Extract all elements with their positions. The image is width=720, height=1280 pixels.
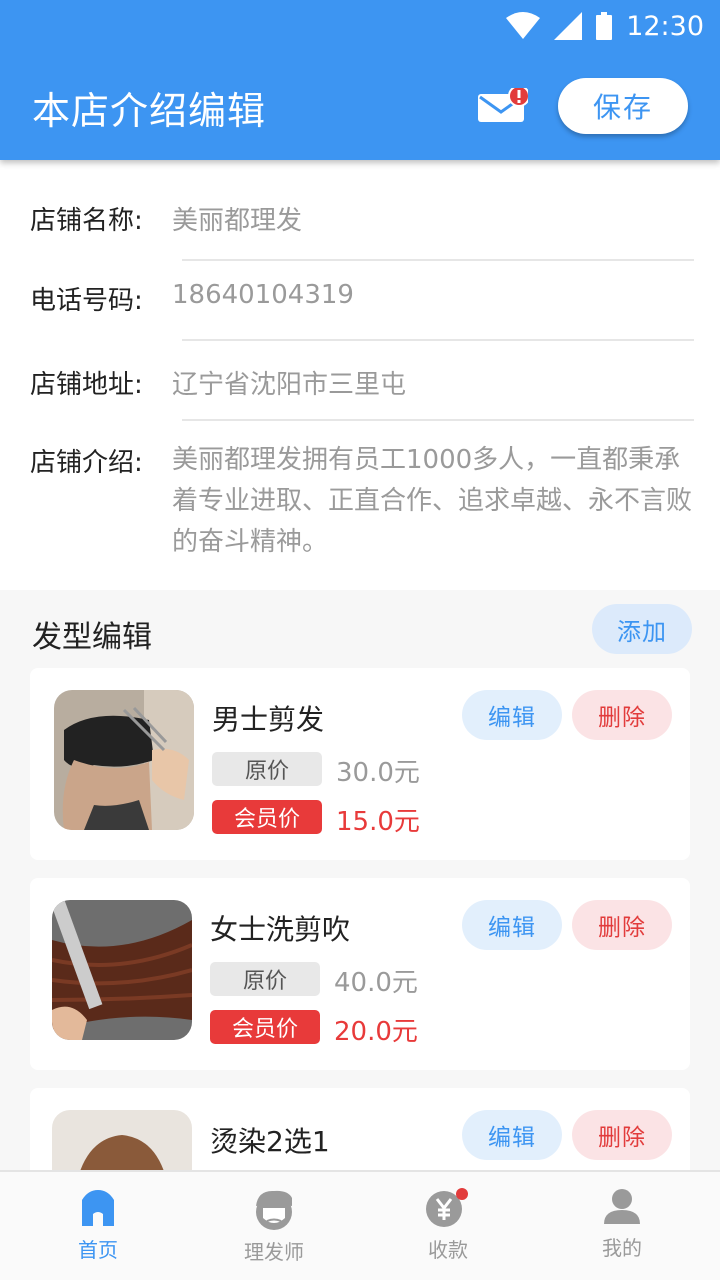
service-name: 女士洗剪吹 <box>210 913 351 946</box>
member-price-badge: 会员价 <box>212 800 322 834</box>
signal-icon <box>554 12 583 40</box>
bottom-tab-bar: 首页 理发师 收款 我的 <box>0 1170 720 1280</box>
service-card: 女士洗剪吹 原价 40.0元 会员价 20.0元 编辑 删除 <box>30 878 690 1070</box>
delete-button[interactable]: 删除 <box>572 900 672 950</box>
shop-name-input[interactable]: 美丽都理发 <box>172 200 302 237</box>
divider <box>182 259 694 261</box>
service-name: 男士剪发 <box>212 703 325 736</box>
tab-payment[interactable]: 收款 <box>358 1172 538 1280</box>
original-price: 30.0元 <box>336 758 420 788</box>
edit-button[interactable]: 编辑 <box>462 1110 562 1160</box>
battery-icon <box>596 12 613 40</box>
shop-name-label: 店铺名称: <box>30 206 143 236</box>
phone-input[interactable]: 18640104319 <box>172 280 354 310</box>
tab-label: 首页 <box>78 1238 118 1262</box>
yuan-icon <box>426 1188 468 1227</box>
tab-home[interactable]: 首页 <box>8 1172 188 1280</box>
original-price: 40.0元 <box>334 968 418 998</box>
wifi-icon <box>506 12 541 39</box>
service-card: 男士剪发 原价 30.0元 会员价 15.0元 编辑 删除 <box>30 668 690 860</box>
status-time: 12:30 <box>626 10 704 42</box>
address-label: 店铺地址: <box>30 370 143 400</box>
page-title: 本店介绍编辑 <box>32 89 267 133</box>
tab-label: 收款 <box>428 1238 468 1262</box>
original-price-badge: 原价 <box>212 752 322 786</box>
status-bar: 12:30 <box>506 8 704 44</box>
phone-label: 电话号码: <box>30 286 143 316</box>
barber-icon <box>256 1190 292 1230</box>
intro-textarea[interactable]: 美丽都理发拥有员工1000多人，一直都秉承着专业进取、正直合作、追求卓越、永不言… <box>172 440 692 563</box>
tab-mine[interactable]: 我的 <box>532 1172 712 1280</box>
app-header: 12:30 本店介绍编辑 保存 <box>0 0 720 160</box>
save-button[interactable]: 保存 <box>558 78 688 134</box>
tab-label: 我的 <box>602 1236 642 1260</box>
member-price-badge: 会员价 <box>210 1010 320 1044</box>
original-price-badge: 原价 <box>210 962 320 996</box>
address-input[interactable]: 辽宁省沈阳市三里屯 <box>172 364 406 401</box>
member-price: 20.0元 <box>334 1017 418 1047</box>
edit-button[interactable]: 编辑 <box>462 900 562 950</box>
edit-button[interactable]: 编辑 <box>462 690 562 740</box>
delete-button[interactable]: 删除 <box>572 1110 672 1160</box>
home-icon <box>82 1190 114 1226</box>
divider <box>182 419 694 421</box>
tab-label: 理发师 <box>244 1240 304 1264</box>
add-button[interactable]: 添加 <box>592 604 692 654</box>
service-name: 烫染2选1 <box>210 1125 330 1158</box>
member-price: 15.0元 <box>336 807 420 837</box>
service-image <box>52 900 192 1040</box>
divider <box>182 339 694 341</box>
delete-button[interactable]: 删除 <box>572 690 672 740</box>
section-title: 发型编辑 <box>32 620 152 655</box>
user-icon <box>604 1189 640 1224</box>
service-image <box>54 690 194 830</box>
shop-info-form: 店铺名称: 美丽都理发 电话号码: 18640104319 店铺地址: 辽宁省沈… <box>0 160 720 590</box>
mail-icon[interactable] <box>476 88 528 124</box>
tab-barber[interactable]: 理发师 <box>184 1172 364 1280</box>
intro-label: 店铺介绍: <box>30 448 143 478</box>
